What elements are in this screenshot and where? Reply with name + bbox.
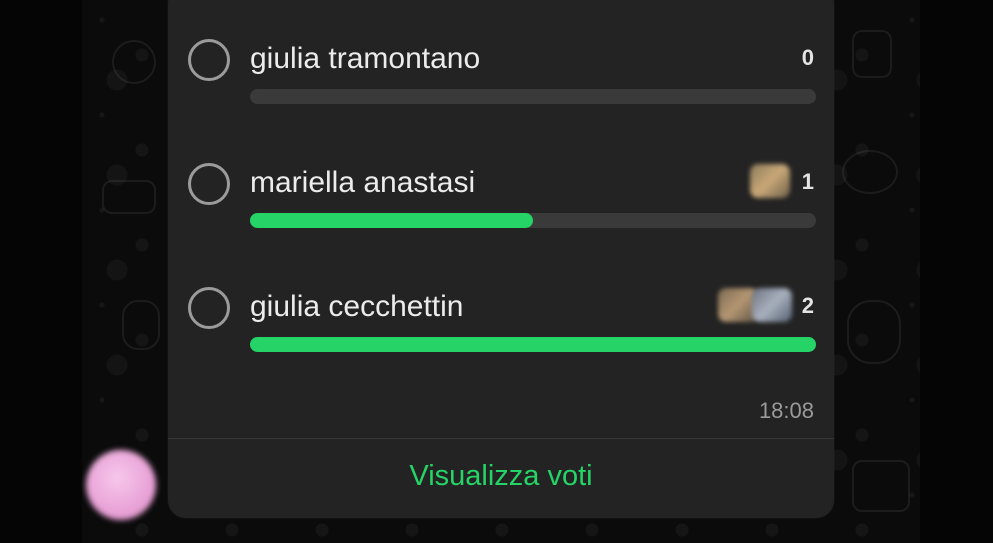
radio-unselected-icon[interactable] [188, 163, 230, 205]
vote-count: 1 [801, 169, 814, 194]
vote-count: 2 [801, 293, 814, 318]
vote-progress-track [250, 337, 816, 352]
vote-progress-fill [250, 337, 816, 352]
poll-option-1[interactable]: giulia tramontano 0 [168, 26, 834, 116]
vote-progress-track [250, 213, 816, 228]
doodle-icon [847, 300, 901, 364]
doodle-icon [122, 300, 160, 350]
sender-avatar[interactable] [86, 450, 156, 520]
view-votes-button[interactable]: Visualizza voti [168, 460, 834, 493]
poll-option-2[interactable]: mariella anastasi 1 [168, 150, 834, 240]
voter-avatar[interactable] [752, 288, 792, 322]
poll-option-label: mariella anastasi [250, 166, 476, 199]
doodle-icon [102, 180, 156, 214]
vote-count: 0 [801, 45, 814, 70]
doodle-icon [842, 150, 898, 194]
poll-option-label: giulia cecchettin [250, 290, 464, 323]
doodle-icon [852, 30, 892, 78]
doodle-icon [852, 460, 910, 512]
voter-avatar[interactable] [750, 164, 790, 198]
radio-unselected-icon[interactable] [188, 287, 230, 329]
vote-progress-track [250, 89, 816, 104]
divider [168, 438, 834, 439]
poll-option-3[interactable]: giulia cecchettin 2 [168, 274, 834, 364]
poll-option-label: giulia tramontano [250, 42, 481, 75]
radio-unselected-icon[interactable] [188, 39, 230, 81]
doodle-icon [112, 40, 156, 84]
vote-progress-fill [250, 213, 533, 228]
poll-bubble: giulia tramontano 0 mariella anastasi 1 … [168, 0, 834, 518]
message-timestamp: 18:08 [758, 398, 814, 423]
